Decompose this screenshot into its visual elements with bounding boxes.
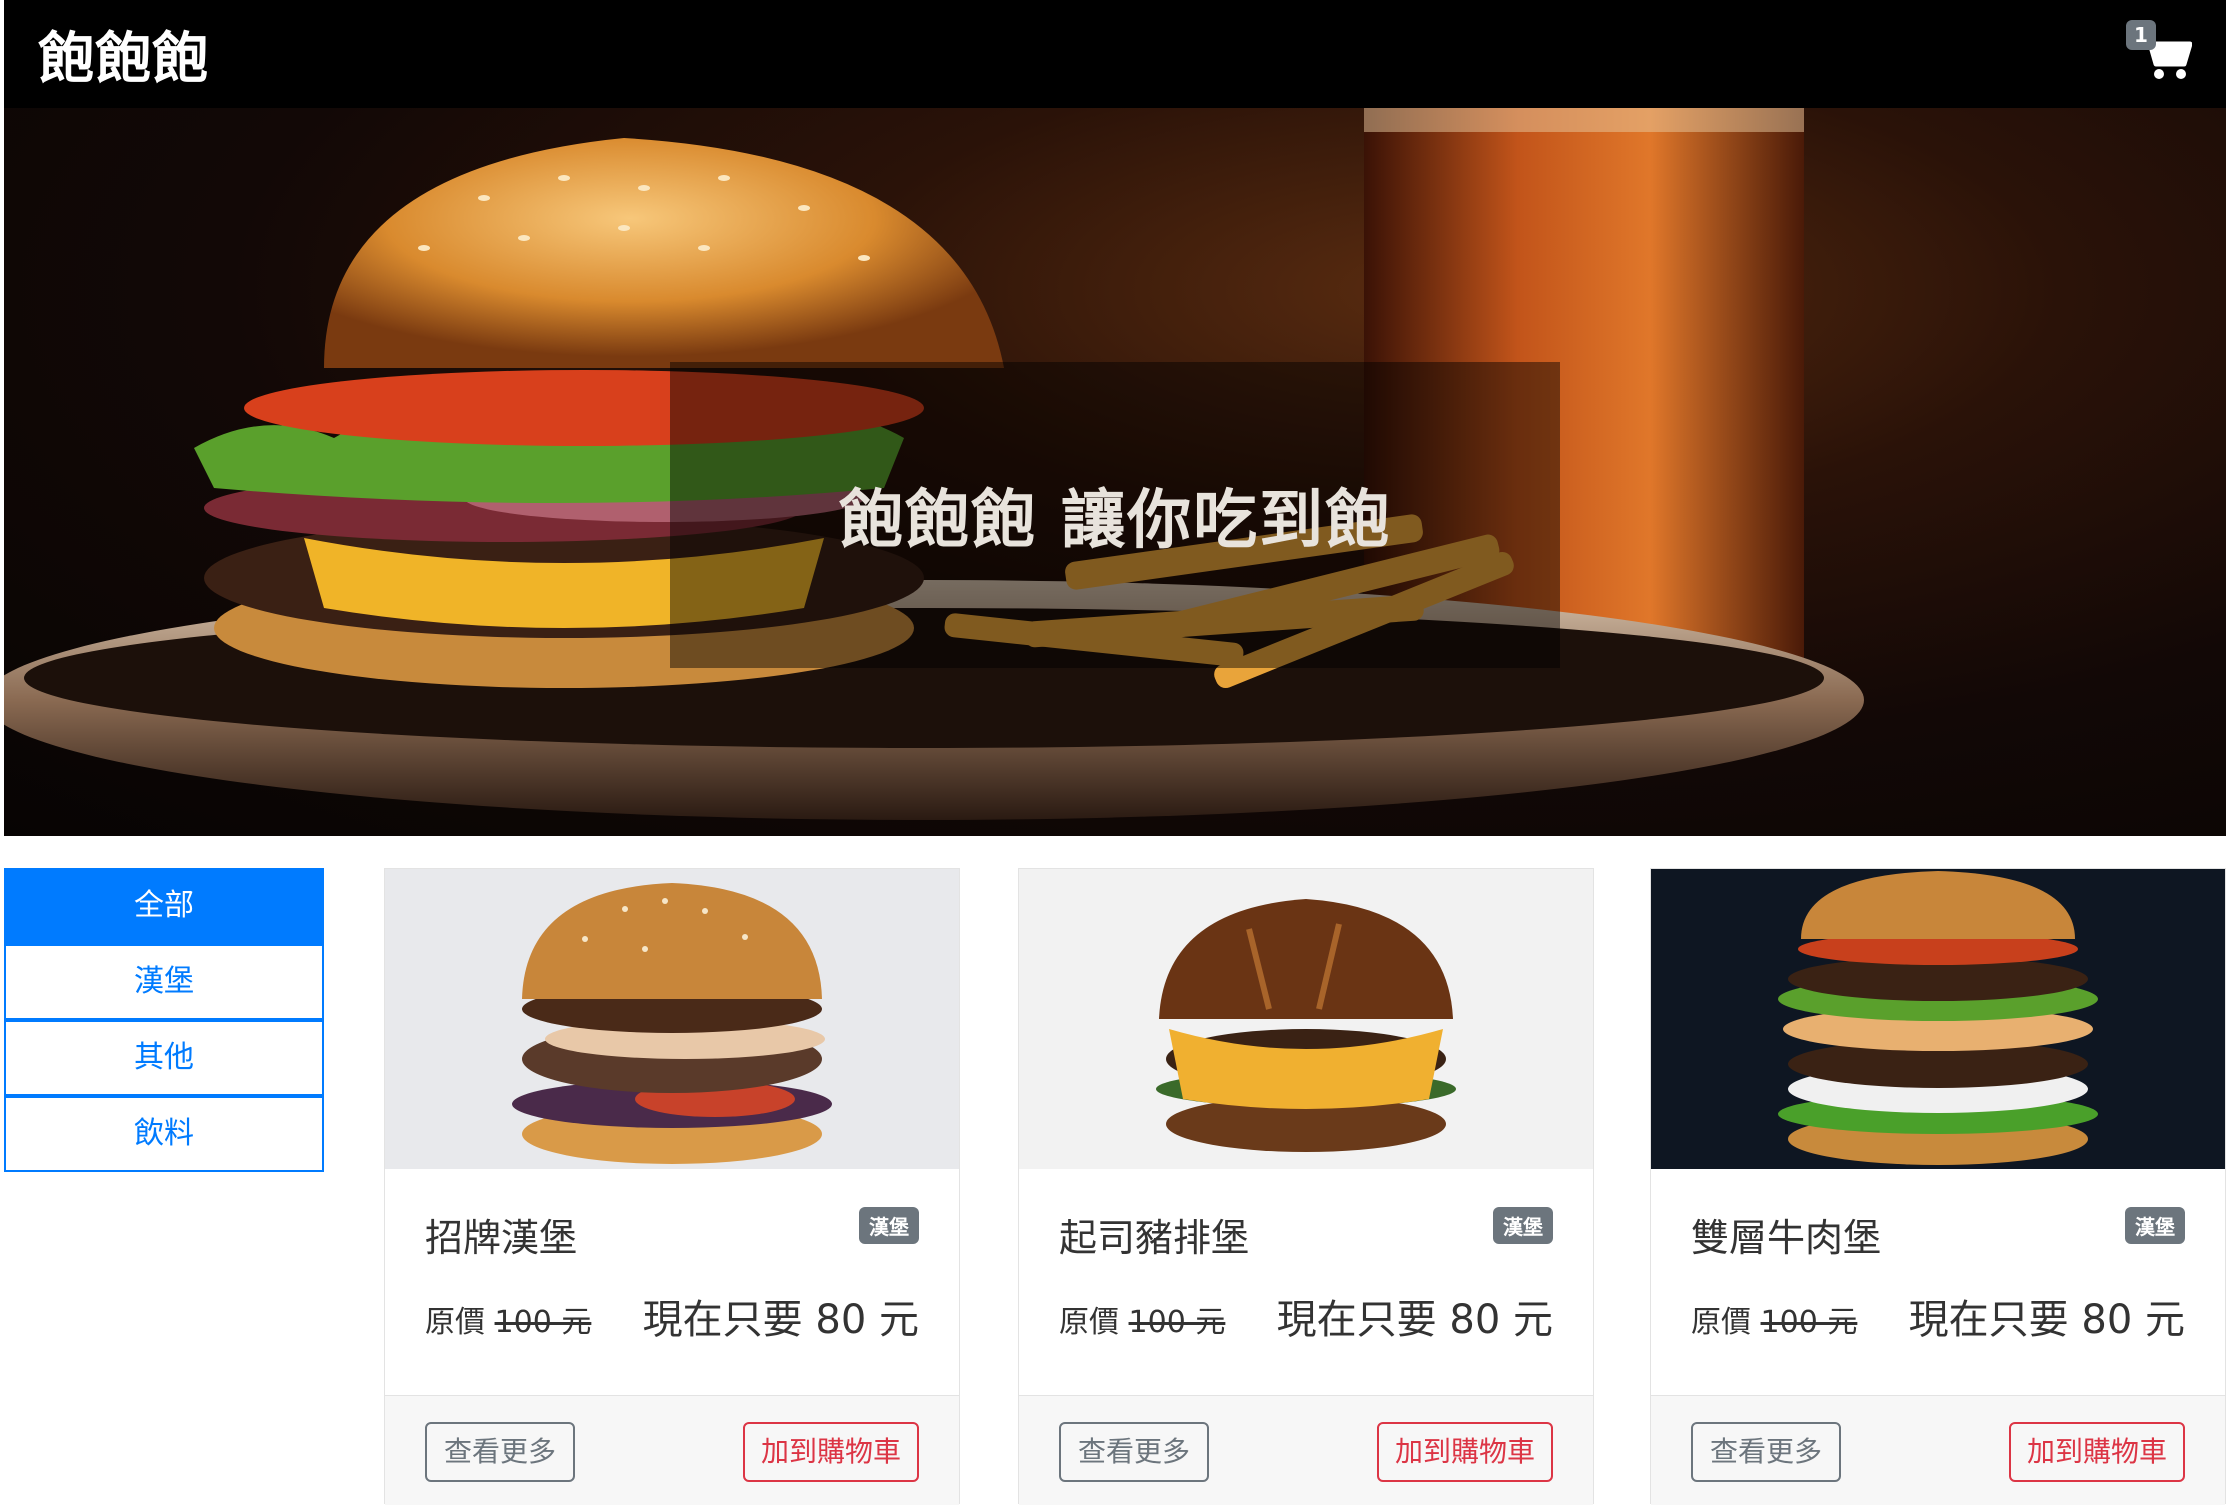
hero-tagline: 飽飽飽 讓你吃到飽 bbox=[838, 484, 1392, 558]
cart-count-badge: 1 bbox=[2126, 20, 2156, 50]
product-card: 招牌漢堡 漢堡 原價 100 元 現在只要 80 元 查看更多 加到購物車 bbox=[384, 868, 960, 1505]
card-footer: 查看更多 加到購物車 bbox=[1651, 1395, 2225, 1505]
sale-price: 現在只要 80 元 bbox=[1276, 1297, 1553, 1343]
navbar: 飽飽飽 1 bbox=[4, 0, 2226, 108]
original-price: 原價 100 元 bbox=[425, 1305, 592, 1340]
product-card: 雙層牛肉堡 漢堡 原價 100 元 現在只要 80 元 查看更多 加到購物車 bbox=[1650, 868, 2226, 1505]
burger-photo bbox=[1778, 871, 2098, 1165]
product-title[interactable]: 起司豬排堡 bbox=[1059, 1207, 1249, 1262]
product-title[interactable]: 雙層牛肉堡 bbox=[1691, 1207, 1881, 1262]
card-footer: 查看更多 加到購物車 bbox=[385, 1395, 959, 1505]
cart-button[interactable]: 1 bbox=[2126, 20, 2196, 84]
add-to-cart-button[interactable]: 加到購物車 bbox=[1377, 1422, 1553, 1482]
category-badge: 漢堡 bbox=[2125, 1207, 2185, 1244]
product-image[interactable] bbox=[385, 869, 959, 1169]
sale-price: 現在只要 80 元 bbox=[1908, 1297, 2185, 1343]
original-price: 原價 100 元 bbox=[1059, 1305, 1226, 1340]
view-more-button[interactable]: 查看更多 bbox=[1059, 1422, 1209, 1482]
view-more-button[interactable]: 查看更多 bbox=[425, 1422, 575, 1482]
burger-photo bbox=[1156, 899, 1456, 1152]
category-drinks[interactable]: 飲料 bbox=[4, 1096, 324, 1172]
sale-price: 現在只要 80 元 bbox=[642, 1297, 919, 1343]
brand-logo[interactable]: 飽飽飽 bbox=[38, 14, 209, 95]
original-price: 原價 100 元 bbox=[1691, 1305, 1858, 1340]
category-badge: 漢堡 bbox=[859, 1207, 919, 1244]
card-footer: 查看更多 加到購物車 bbox=[1019, 1395, 1593, 1505]
product-image[interactable] bbox=[1651, 869, 2225, 1169]
add-to-cart-button[interactable]: 加到購物車 bbox=[2009, 1422, 2185, 1482]
hero-banner: 飽飽飽 讓你吃到飽 bbox=[4, 108, 2226, 836]
product-card: 起司豬排堡 漢堡 原價 100 元 現在只要 80 元 查看更多 加到購物車 bbox=[1018, 868, 1594, 1505]
category-badge: 漢堡 bbox=[1493, 1207, 1553, 1244]
category-burger[interactable]: 漢堡 bbox=[4, 944, 324, 1020]
product-image[interactable] bbox=[1019, 869, 1593, 1169]
burger-photo bbox=[512, 883, 832, 1164]
category-other[interactable]: 其他 bbox=[4, 1020, 324, 1096]
category-all[interactable]: 全部 bbox=[4, 868, 324, 944]
product-title[interactable]: 招牌漢堡 bbox=[425, 1207, 577, 1262]
hero-overlay: 飽飽飽 讓你吃到飽 bbox=[670, 362, 1560, 668]
view-more-button[interactable]: 查看更多 bbox=[1691, 1422, 1841, 1482]
add-to-cart-button[interactable]: 加到購物車 bbox=[743, 1422, 919, 1482]
category-sidebar: 全部 漢堡 其他 飲料 bbox=[4, 868, 324, 1172]
